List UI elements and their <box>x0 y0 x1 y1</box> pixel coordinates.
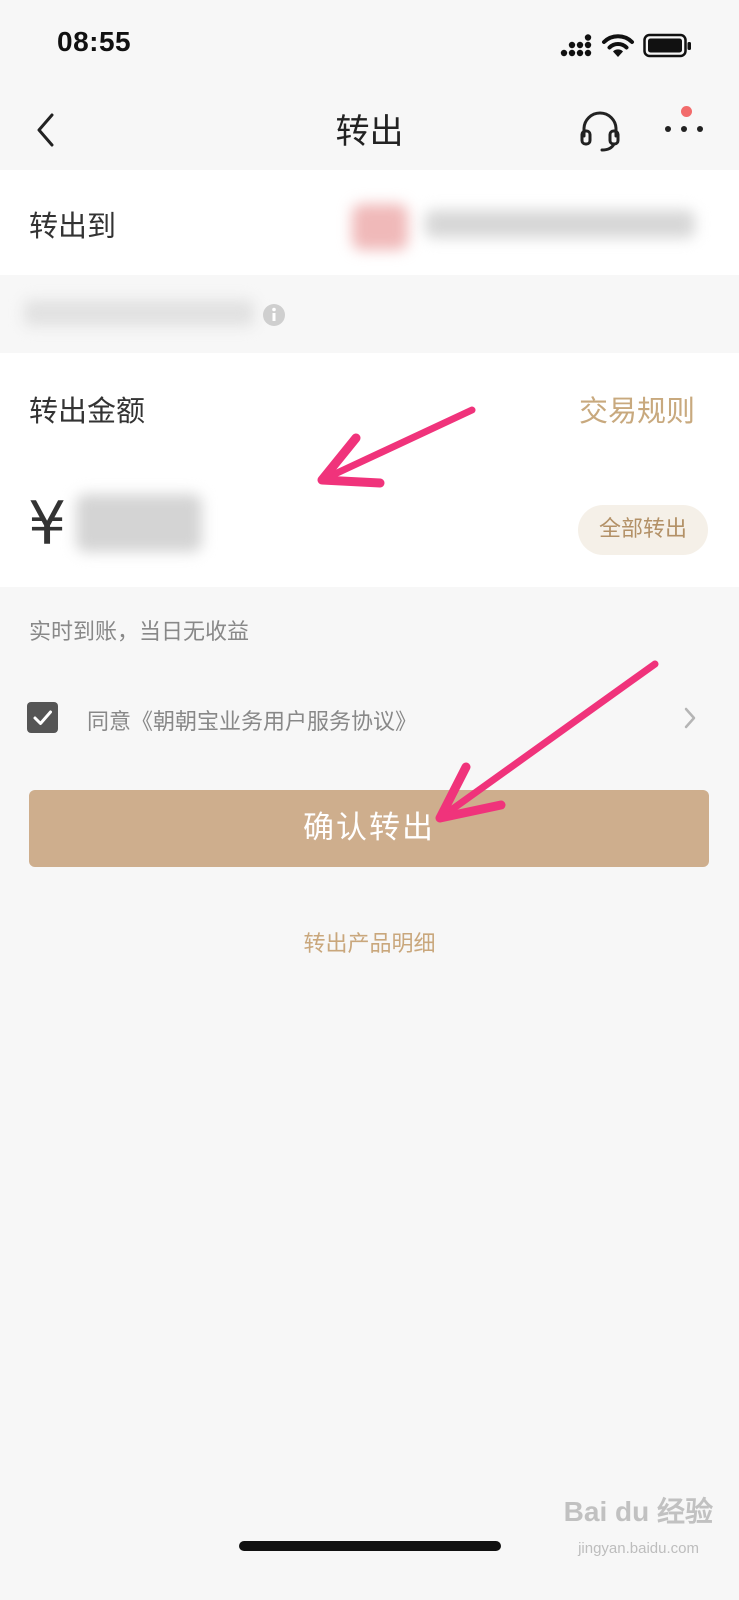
customer-service-headset-icon[interactable] <box>578 110 622 154</box>
bank-logo-redacted <box>352 204 408 250</box>
currency-symbol: ¥ <box>28 489 67 559</box>
amount-input-redacted[interactable] <box>76 494 202 552</box>
transfer-to-label: 转出到 <box>29 209 117 243</box>
transfer-all-button[interactable]: 全部转出 <box>578 505 708 555</box>
confirm-transfer-button[interactable]: 确认转出 <box>29 790 709 867</box>
more-options-icon[interactable] <box>662 110 718 150</box>
arrival-note: 实时到账，当日无收益 <box>29 620 250 645</box>
status-time: 08:55 <box>57 26 132 57</box>
transfer-product-detail-link[interactable]: 转出产品明细 <box>0 926 739 958</box>
page-title: 转出 <box>335 112 404 152</box>
info-text-redacted <box>24 300 254 326</box>
cellular-signal-icon <box>560 34 592 57</box>
info-icon[interactable] <box>262 303 286 327</box>
info-row <box>0 276 739 352</box>
baidu-watermark: Bai du 经验 <box>563 1496 713 1527</box>
transfer-to-row[interactable]: 转出到 <box>0 170 739 275</box>
home-indicator[interactable] <box>239 1541 501 1551</box>
account-name-redacted <box>425 210 695 238</box>
checkmark-icon <box>33 710 52 725</box>
chevron-right-icon[interactable] <box>682 706 698 730</box>
battery-icon <box>643 33 691 58</box>
baidu-watermark-url: jingyan.baidu.com <box>578 1540 699 1557</box>
trading-rules-link[interactable]: 交易规则 <box>579 388 695 430</box>
amount-label: 转出金额 <box>29 394 146 428</box>
agreement-link[interactable]: 同意《朝朝宝业务用户服务协议》 <box>87 704 417 736</box>
notification-dot <box>681 106 692 117</box>
wifi-icon <box>602 34 634 57</box>
agreement-checkbox[interactable] <box>27 702 58 733</box>
